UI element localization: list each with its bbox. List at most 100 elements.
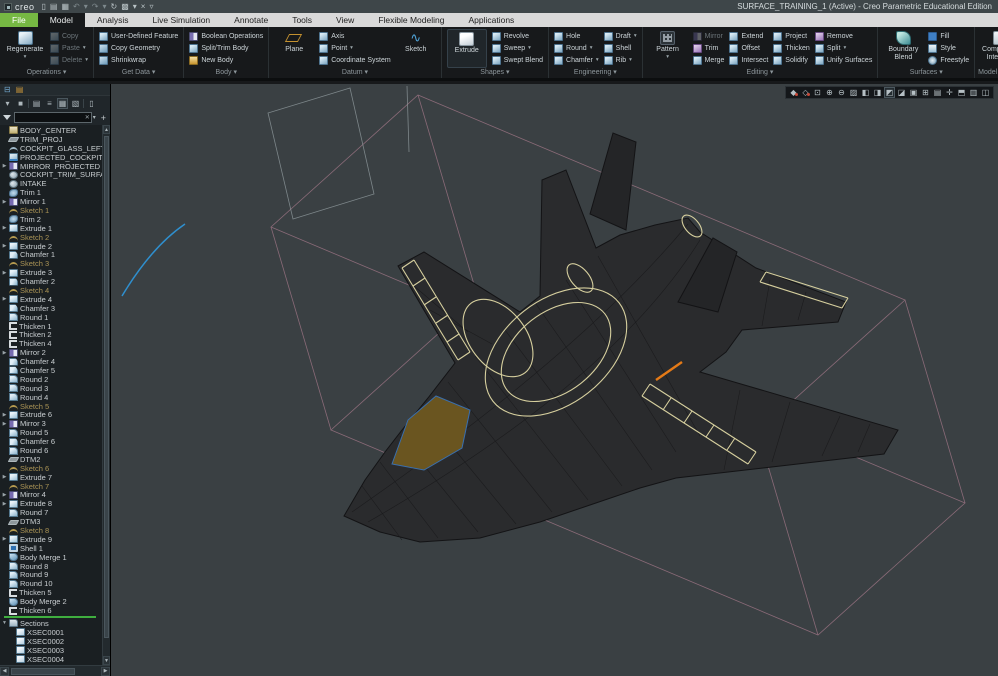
group-label[interactable]: Get Data ▾: [94, 68, 183, 78]
tree-item[interactable]: INTAKE: [2, 179, 102, 188]
dropdown-arrow-icon[interactable]: ▾: [666, 54, 669, 60]
folder-browser-tab-icon[interactable]: ▤: [16, 85, 24, 94]
model-f35[interactable]: [343, 132, 899, 543]
tab-annotate[interactable]: Annotate: [222, 13, 280, 27]
scroll-right-icon[interactable]: ▶: [101, 666, 110, 676]
split-button[interactable]: Split ▾: [814, 42, 873, 54]
boundary-blend-button[interactable]: Boundary Blend: [883, 29, 923, 68]
group-label[interactable]: Body ▾: [184, 68, 268, 78]
tab-analysis[interactable]: Analysis: [85, 13, 141, 27]
tree-item[interactable]: Round 2: [2, 375, 102, 384]
close-window-icon[interactable]: ×: [141, 2, 146, 11]
expander-icon[interactable]: ▶: [2, 474, 7, 480]
tree-item[interactable]: COCKPIT_TRIM_SURFACE: [2, 170, 102, 179]
dropdown-arrow-icon[interactable]: ▾: [528, 45, 531, 51]
revolve-button[interactable]: Revolve: [491, 30, 543, 42]
freestyle-button[interactable]: Freestyle: [928, 54, 969, 66]
open-icon[interactable]: ▤: [50, 2, 58, 11]
tree-vertical-scrollbar[interactable]: ▲ ▼: [102, 125, 110, 665]
tree-item[interactable]: Thicken 1: [2, 322, 102, 330]
perspective-icon[interactable]: ⬒: [956, 87, 967, 98]
tree-item[interactable]: Sketch 4: [2, 286, 102, 295]
dropdown-arrow-icon[interactable]: ▾: [350, 45, 353, 51]
expander-icon[interactable]: ▶: [2, 536, 7, 542]
customize-quick-access-icon[interactable]: ▿: [149, 2, 153, 11]
drag-mode-icon[interactable]: ◆: [788, 87, 799, 98]
tree-item[interactable]: Round 8: [2, 562, 102, 571]
expander-icon[interactable]: ▶: [2, 225, 7, 231]
vscroll-thumb[interactable]: [104, 136, 109, 638]
dropdown-arrow-icon[interactable]: ▾: [24, 54, 27, 60]
tree-item[interactable]: Round 1: [2, 313, 102, 322]
tree-item[interactable]: Thicken 6: [2, 606, 102, 615]
tree-item[interactable]: Chamfer 1: [2, 250, 102, 259]
tree-item[interactable]: ▶ Extrude 3: [2, 268, 102, 277]
tree-item[interactable]: Thicken 4: [2, 339, 102, 348]
fill-button[interactable]: Fill: [928, 30, 969, 42]
tree-item[interactable]: Round 7: [2, 508, 102, 517]
no-hidden-icon[interactable]: ◩: [884, 87, 895, 98]
tab-file[interactable]: File: [0, 13, 38, 27]
regenerate-button[interactable]: Regenerate ▾: [5, 29, 45, 68]
component-interface-button[interactable]: Component Interface: [980, 29, 998, 68]
point-button[interactable]: Point ▾: [319, 42, 391, 54]
intersect-button[interactable]: Intersect: [729, 54, 768, 66]
hole-button[interactable]: Hole: [554, 30, 599, 42]
project-button[interactable]: Project: [773, 30, 810, 42]
undo-icon[interactable]: ↶: [73, 2, 80, 11]
group-label[interactable]: Datum ▾: [269, 68, 441, 78]
layer-tree-icon[interactable]: ▧: [70, 98, 81, 109]
design-tree-icon[interactable]: ▤: [31, 98, 42, 109]
tree-item[interactable]: Thicken 2: [2, 330, 102, 339]
shading-icon[interactable]: ◨: [872, 87, 883, 98]
search-dropdown-icon[interactable]: ▾: [92, 114, 97, 121]
dropdown-arrow-icon[interactable]: ▾: [590, 45, 593, 51]
tree-item[interactable]: Chamfer 6: [2, 437, 102, 446]
pattern-button[interactable]: Pattern ▾: [648, 29, 688, 68]
tree-item[interactable]: ▶ Extrude 8: [2, 499, 102, 508]
tree-item[interactable]: Trim 2: [2, 215, 102, 224]
group-label[interactable]: Model Intent ▾: [975, 68, 998, 78]
sweep-button[interactable]: Sweep ▾: [491, 42, 543, 54]
split-trim-body-button[interactable]: Split/Trim Body: [189, 42, 263, 54]
extend-button[interactable]: Extend: [729, 30, 768, 42]
solidify-button[interactable]: Solidify: [773, 54, 810, 66]
tree-item[interactable]: Round 4: [2, 393, 102, 402]
tree-item[interactable]: Body Merge 1: [2, 553, 102, 562]
expander-icon[interactable]: ▶: [2, 421, 7, 427]
hscroll-track[interactable]: [9, 667, 101, 676]
tree-item[interactable]: ▶ Mirror 3: [2, 419, 102, 428]
remove-button[interactable]: Remove: [814, 30, 873, 42]
tree-item[interactable]: ▶ Extrude 2: [2, 242, 102, 251]
tree-item[interactable]: ▶ Mirror 4: [2, 491, 102, 500]
plane-button[interactable]: Plane: [274, 29, 314, 68]
tree-item[interactable]: Sketch 6: [2, 464, 102, 473]
tree-item[interactable]: COCKPIT_GLASS_LEFT: [2, 144, 102, 153]
axis-button[interactable]: Axis: [319, 30, 391, 42]
tree-item[interactable]: Shell 1: [2, 544, 102, 553]
wireframe-icon[interactable]: ◪: [896, 87, 907, 98]
style-button[interactable]: Style: [928, 42, 969, 54]
tab-applications[interactable]: Applications: [456, 13, 526, 27]
draft-button[interactable]: Draft ▾: [603, 30, 637, 42]
user-defined-feature-button[interactable]: User-Defined Feature: [99, 30, 178, 42]
expander-icon[interactable]: ▶: [2, 412, 7, 418]
list-view-icon[interactable]: ≡: [44, 98, 55, 109]
spin-center-icon[interactable]: ✛: [944, 87, 955, 98]
redo-arrow-icon[interactable]: ▾: [102, 2, 106, 11]
group-label[interactable]: Engineering ▾: [549, 68, 642, 78]
dropdown-arrow-icon[interactable]: ▾: [83, 45, 86, 51]
saved-orientations-icon[interactable]: ▥: [968, 87, 979, 98]
model-tree-icon[interactable]: ■: [15, 98, 26, 109]
hscroll-thumb[interactable]: [11, 667, 76, 675]
swept-blend-button[interactable]: Swept Blend: [491, 54, 543, 66]
tree-item[interactable]: Round 5: [2, 428, 102, 437]
expander-icon[interactable]: ▶: [2, 350, 7, 356]
tree-item[interactable]: DTM3: [2, 517, 102, 526]
tree-item[interactable]: Sketch 7: [2, 482, 102, 491]
tree-item[interactable]: TRIM_PROJ: [2, 135, 102, 144]
detail-view-icon[interactable]: ▯: [86, 98, 97, 109]
tree-item[interactable]: PROJECTED_COCKPIT_GLASS_L: [2, 153, 102, 162]
unify-surfaces-button[interactable]: Unify Surfaces: [814, 54, 872, 66]
expander-icon[interactable]: ▶: [2, 243, 7, 249]
